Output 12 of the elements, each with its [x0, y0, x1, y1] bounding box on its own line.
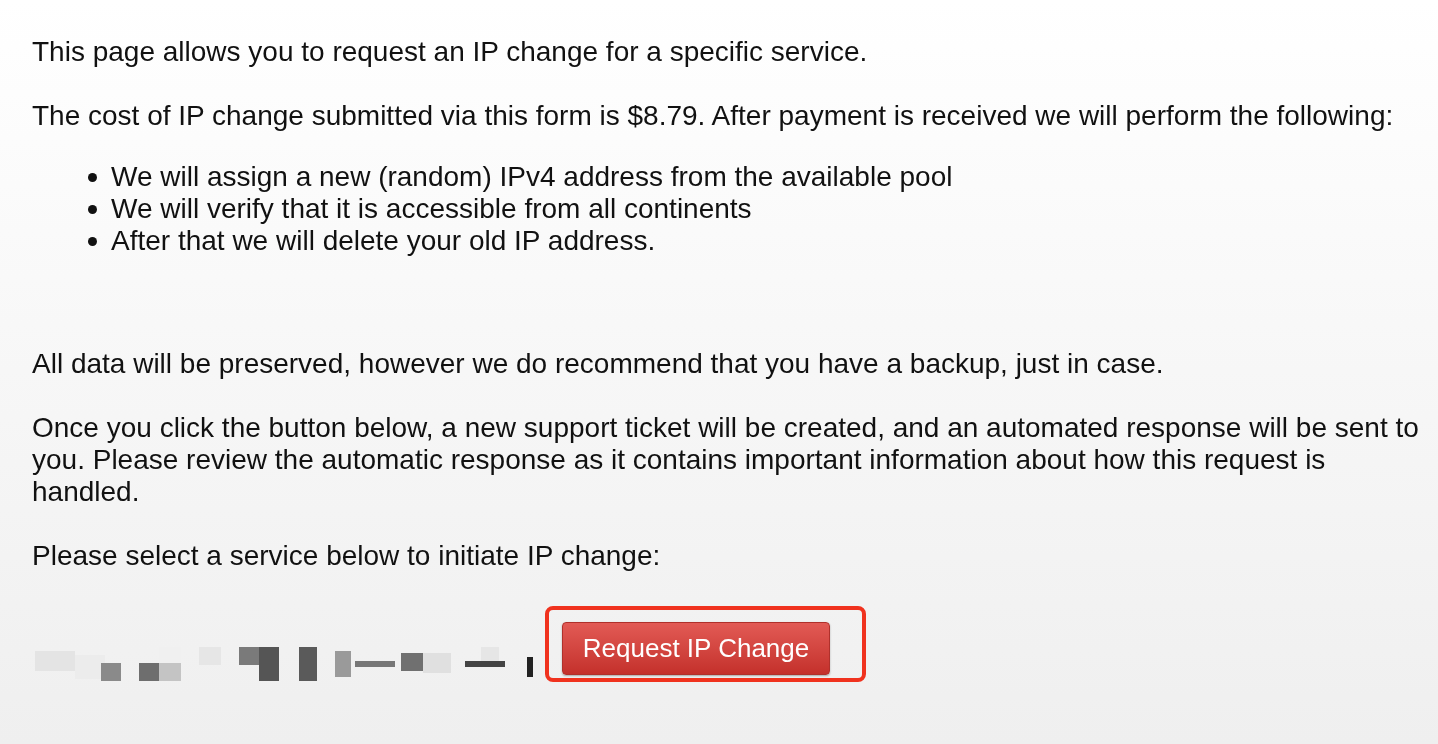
bullet-icon — [88, 236, 97, 246]
cost-paragraph: The cost of IP change submitted via this form is $8.79. After payment is received we will perform the following: — [32, 100, 1394, 131]
list-item-text: We will assign a new (random) IPv4 address from the available pool — [111, 161, 953, 193]
bullet-icon — [88, 172, 97, 182]
list-item-text: We will verify that it is accessible from all continents — [111, 193, 752, 225]
backup-paragraph: All data will be preserved, however we do recommend that you have a backup, just in case. — [32, 348, 1164, 379]
list-item-text: After that we will delete your old IP address. — [111, 225, 656, 257]
ticket-paragraph: Once you click the button below, a new support ticket will be created, and an automated response will be sent to you. Please review the automatic response as it contains important information about how this request is handled. — [32, 412, 1420, 508]
bullet-icon — [88, 204, 97, 214]
select-prompt: Please select a service below to initiate IP change: — [32, 540, 661, 571]
intro-paragraph: This page allows you to request an IP change for a specific service. — [32, 36, 868, 67]
request-ip-change-button[interactable]: Request IP Change — [562, 621, 830, 675]
